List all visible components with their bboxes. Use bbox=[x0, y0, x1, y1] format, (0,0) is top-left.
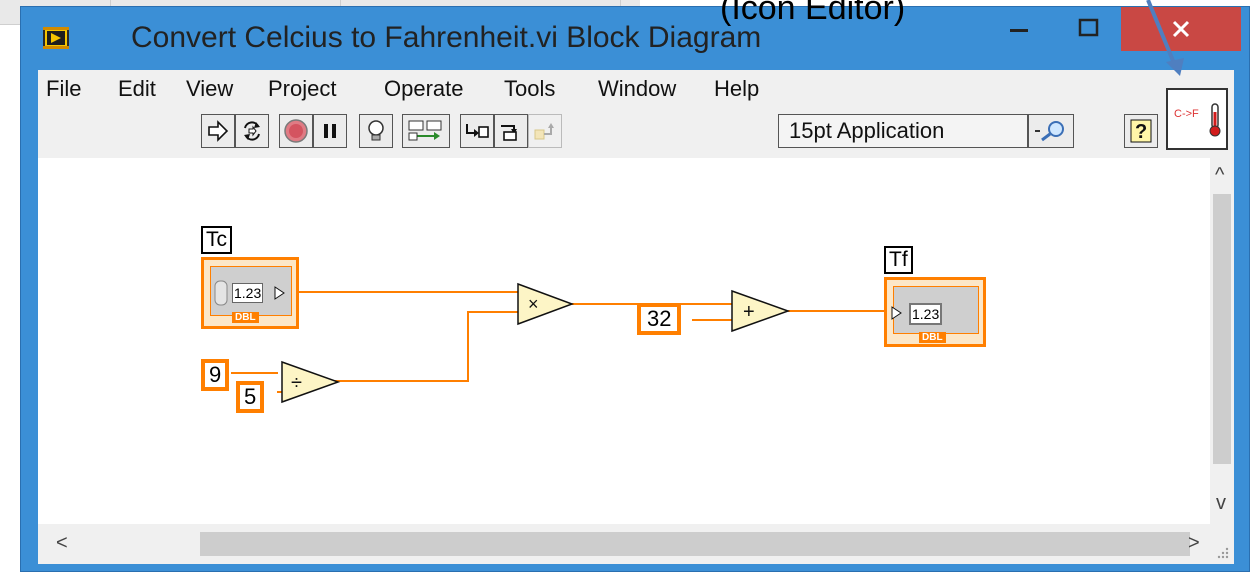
toolbar: 15pt Application ? bbox=[38, 106, 1158, 154]
menu-tools[interactable]: Tools bbox=[504, 76, 555, 102]
vi-icon-editor[interactable]: C->F bbox=[1166, 88, 1228, 150]
multiply-function bbox=[517, 282, 575, 326]
labview-app-icon bbox=[43, 27, 69, 49]
annotation-arrow bbox=[1146, 0, 1184, 76]
maximize-button[interactable] bbox=[1061, 7, 1117, 51]
menu-operate[interactable]: Operate bbox=[384, 76, 464, 102]
window-client-area: File Edit View Project Operate Tools Win… bbox=[38, 70, 1234, 564]
vi-icon-text: C->F bbox=[1174, 108, 1199, 120]
menu-view[interactable]: View bbox=[186, 76, 233, 102]
add-symbol: + bbox=[743, 301, 755, 323]
scroll-right-icon[interactable]: > bbox=[1188, 532, 1200, 555]
menu-file[interactable]: File bbox=[46, 76, 81, 102]
tf-value: 1.23 bbox=[909, 303, 943, 325]
tc-control-terminal[interactable]: 1.23 DBL bbox=[201, 257, 299, 329]
tc-type-badge: DBL bbox=[232, 312, 259, 323]
step-into-button[interactable] bbox=[460, 114, 494, 148]
thermometer-icon bbox=[1209, 103, 1221, 137]
wires-layer: × + ÷ bbox=[231, 282, 895, 404]
search-button[interactable] bbox=[1028, 114, 1074, 148]
scroll-left-icon[interactable]: < bbox=[56, 532, 68, 555]
constant-five[interactable]: 5 bbox=[236, 381, 265, 413]
tf-indicator-terminal[interactable]: 1.23 DBL bbox=[884, 277, 986, 347]
constant-nine[interactable]: 9 bbox=[201, 359, 230, 391]
run-arrow-icon bbox=[208, 120, 229, 142]
resize-grip-icon bbox=[1217, 547, 1229, 559]
output-arrow-icon bbox=[274, 286, 285, 300]
highlight-execution-button[interactable] bbox=[359, 114, 393, 148]
step-over-icon bbox=[501, 125, 517, 141]
tc-value: 1.23 bbox=[232, 283, 264, 303]
menu-project[interactable]: Project bbox=[268, 76, 336, 102]
context-help-button[interactable]: ? bbox=[1124, 114, 1158, 148]
tf-type-badge: DBL bbox=[919, 332, 946, 343]
scroll-down-icon[interactable]: v bbox=[1216, 492, 1226, 515]
retain-wire-values-button[interactable] bbox=[402, 114, 450, 148]
highlight-execution-icon bbox=[368, 120, 384, 141]
minimize-button[interactable] bbox=[991, 7, 1047, 51]
minimize-icon bbox=[1010, 29, 1028, 32]
text-settings-label: 15pt Application bbox=[789, 118, 945, 143]
wire-divide-to-multiply bbox=[323, 311, 518, 382]
constant-thirtytwo[interactable]: 32 bbox=[637, 303, 682, 335]
text-settings-dropdown[interactable]: 15pt Application bbox=[778, 114, 1028, 148]
step-over-button[interactable] bbox=[494, 114, 528, 148]
resize-grip[interactable] bbox=[1210, 524, 1234, 564]
run-continuously-button[interactable] bbox=[235, 114, 269, 148]
abort-button[interactable] bbox=[279, 114, 313, 148]
divide-symbol: ÷ bbox=[291, 372, 302, 394]
step-into-icon bbox=[466, 124, 489, 138]
increment-arrows-icon bbox=[214, 280, 228, 306]
maximize-icon bbox=[1078, 18, 1099, 37]
context-help-icon: ? bbox=[1130, 119, 1152, 143]
step-out-button[interactable] bbox=[528, 114, 562, 148]
svg-text:?: ? bbox=[1135, 121, 1147, 143]
pause-button[interactable] bbox=[313, 114, 347, 148]
input-arrow-icon bbox=[891, 306, 902, 320]
menu-window[interactable]: Window bbox=[598, 76, 676, 102]
add-function bbox=[731, 289, 791, 333]
menu-edit[interactable]: Edit bbox=[118, 76, 156, 102]
vertical-scrollbar[interactable]: ^ v bbox=[1210, 158, 1234, 524]
multiply-symbol: × bbox=[528, 294, 539, 314]
scroll-up-icon[interactable]: ^ bbox=[1215, 164, 1224, 187]
block-diagram-window: Convert Celcius to Fahrenheit.vi Block D… bbox=[20, 6, 1250, 572]
run-continuously-icon bbox=[244, 121, 260, 141]
window-title: Convert Celcius to Fahrenheit.vi Block D… bbox=[131, 21, 762, 54]
retain-wire-values-icon bbox=[408, 120, 442, 141]
pause-icon bbox=[324, 124, 336, 138]
menu-help[interactable]: Help bbox=[714, 76, 759, 102]
abort-icon bbox=[284, 119, 308, 143]
run-button[interactable] bbox=[201, 114, 235, 148]
horizontal-scroll-thumb[interactable] bbox=[200, 532, 1190, 556]
horizontal-scrollbar[interactable]: < > bbox=[38, 524, 1210, 564]
step-out-icon bbox=[534, 123, 554, 140]
block-diagram-canvas[interactable]: × + ÷ Tc 1.23 DBL 9 5 32 Tf 1.23 DBL bbox=[38, 158, 1210, 524]
title-bar[interactable]: Convert Celcius to Fahrenheit.vi Block D… bbox=[21, 7, 1249, 71]
search-icon bbox=[1035, 121, 1064, 142]
vertical-scroll-thumb[interactable] bbox=[1213, 194, 1231, 464]
menu-bar: File Edit View Project Operate Tools Win… bbox=[38, 70, 1158, 106]
tc-label: Tc bbox=[201, 226, 232, 254]
icon-editor-annotation: (Icon Editor) bbox=[720, 0, 906, 27]
tf-label: Tf bbox=[884, 246, 913, 274]
